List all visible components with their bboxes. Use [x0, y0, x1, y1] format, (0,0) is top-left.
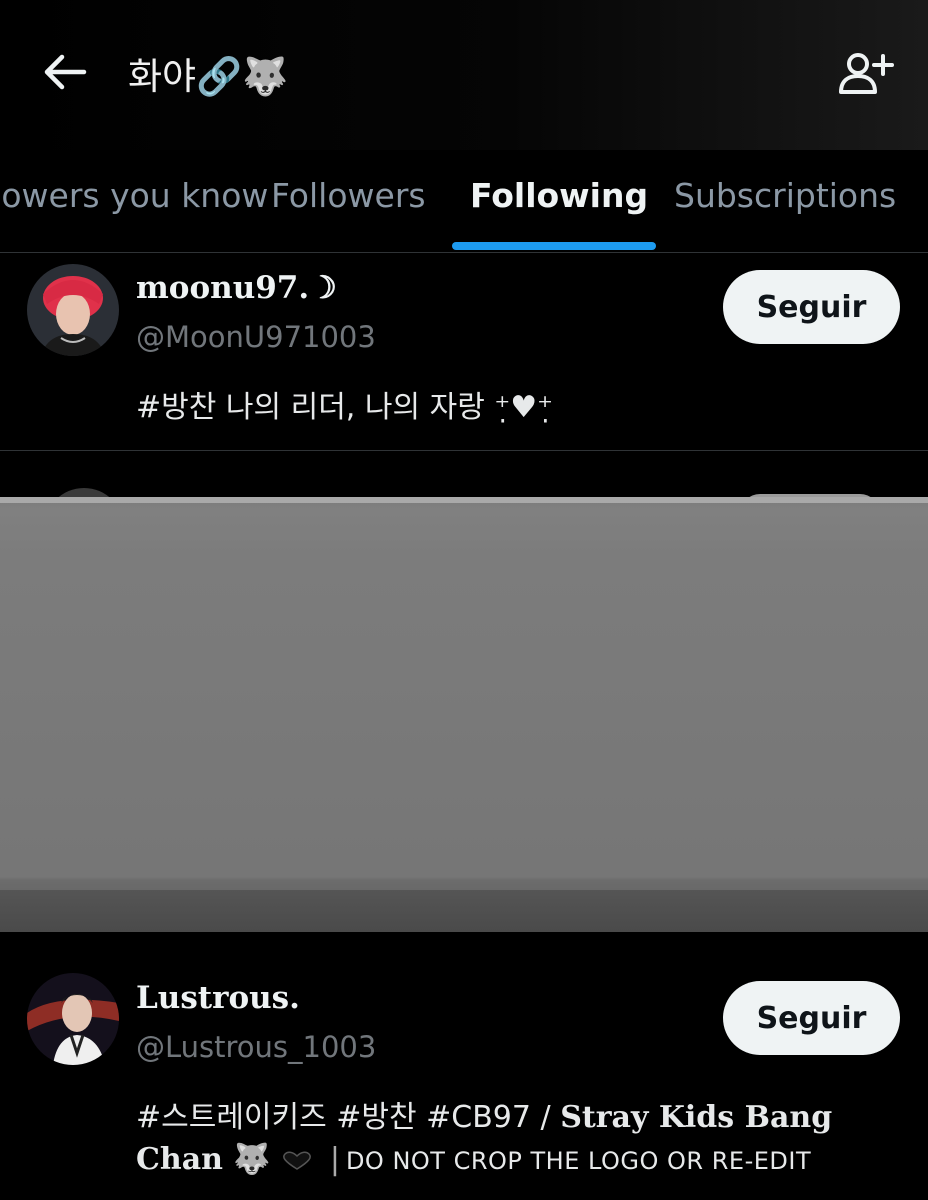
arrow-left-icon: [44, 54, 87, 90]
user-row[interactable]: moonu97.☽ @MoonU971003 Seguir #방찬 나의 리더,…: [0, 252, 928, 450]
add-user-button[interactable]: [836, 50, 896, 100]
bio-text: Chan 🐺: [136, 1142, 271, 1177]
user-bio: #스트레이키즈 #방찬 #CB97 / Stray Kids Bang: [136, 1092, 832, 1136]
person-plus-icon: [839, 53, 894, 94]
overlay-bottom-band: [0, 890, 928, 932]
follow-tabs: Followers you know Followers Following S…: [0, 150, 928, 253]
tab-following[interactable]: Following: [470, 176, 648, 215]
tab-followers-you-know[interactable]: Followers you know: [0, 176, 268, 215]
tab-subscriptions[interactable]: Subscriptions: [674, 176, 896, 215]
follow-button[interactable]: Seguir: [723, 981, 900, 1055]
user-handle: @MoonU971003: [136, 320, 376, 354]
display-name[interactable]: Lustrous.: [136, 980, 300, 1016]
active-tab-indicator: [452, 242, 656, 250]
cover-overlay: [0, 497, 928, 932]
user-row[interactable]: Lustrous. @Lustrous_1003 Seguir #스트레이키즈 …: [0, 932, 928, 1200]
display-name[interactable]: moonu97.☽: [136, 270, 337, 306]
user-bio: #방찬 나의 리더, 나의 자랑 ⁺̣♥⁺̣: [136, 390, 553, 425]
top-app-bar: 화야🔗🐺: [0, 0, 928, 150]
follow-button[interactable]: Seguir: [723, 270, 900, 344]
avatar[interactable]: [27, 973, 119, 1065]
avatar[interactable]: [27, 264, 119, 356]
user-bio: Chan 🐺 | DO NOT CROP THE LOGO OR RE-EDIT: [136, 1142, 811, 1177]
overlay-top-edge: [0, 497, 928, 503]
bio-text: Stray Kids Bang: [560, 1100, 833, 1135]
divider: [0, 450, 928, 451]
separator: |: [329, 1142, 340, 1177]
black-heart-icon: [283, 1151, 312, 1170]
page-title: 화야🔗🐺: [128, 55, 289, 98]
user-handle: @Lustrous_1003: [136, 1030, 377, 1064]
tab-followers[interactable]: Followers: [271, 176, 426, 215]
bio-hashtags: #스트레이키즈 #방찬 #CB97 /: [136, 1100, 551, 1135]
back-button[interactable]: [40, 50, 90, 94]
bio-notice: DO NOT CROP THE LOGO OR RE-EDIT: [345, 1147, 812, 1175]
